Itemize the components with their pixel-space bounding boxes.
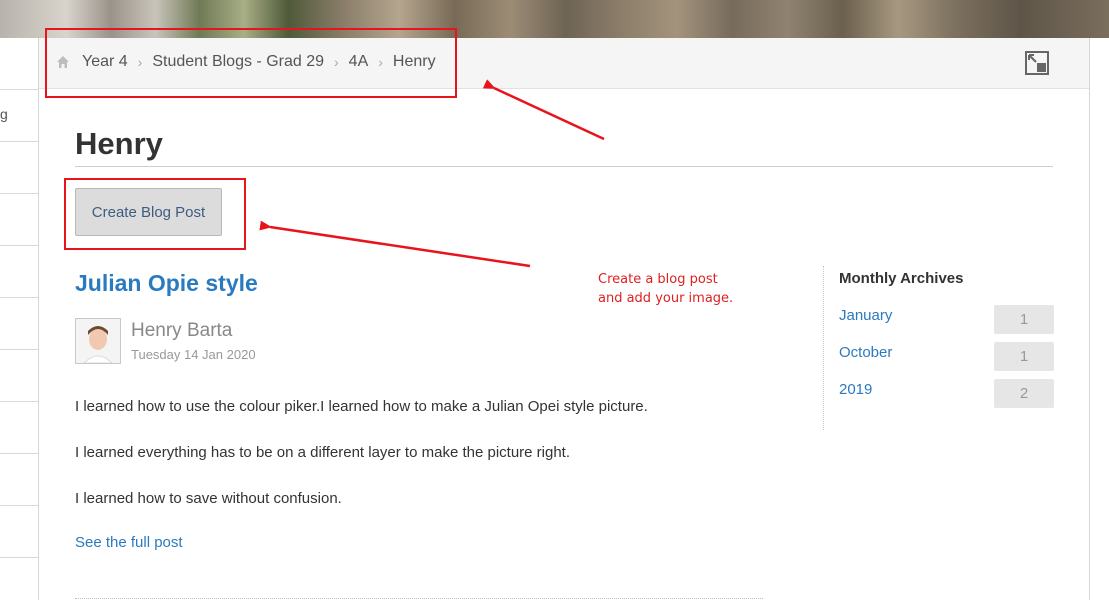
archive-count: 1 (994, 342, 1054, 371)
annotation-note: Create a blog post and add your image. (598, 272, 734, 306)
archive-count: 1 (994, 305, 1054, 334)
post-title-link[interactable]: Julian Opie style (75, 270, 258, 297)
post-date: Tuesday 14 Jan 2020 (131, 347, 256, 362)
archives-heading: Monthly Archives (839, 270, 964, 287)
nav-row-label: g (0, 106, 8, 122)
nav-row[interactable] (0, 402, 38, 454)
archive-item[interactable]: October 1 (839, 342, 1054, 372)
archive-link[interactable]: October (839, 344, 892, 361)
avatar[interactable] (75, 318, 121, 364)
chevron-right-icon: › (137, 54, 143, 70)
monthly-archives: Monthly Archives January 1 October 1 201… (823, 266, 1054, 430)
archive-count: 2 (994, 379, 1054, 408)
breadcrumb-bar: Year 4 › Student Blogs - Grad 29 › 4A › … (39, 38, 1089, 89)
nav-row[interactable] (0, 194, 38, 246)
nav-row[interactable] (0, 454, 38, 506)
nav-row[interactable] (0, 142, 38, 194)
page-title: Henry (75, 126, 1053, 167)
nav-row[interactable] (0, 246, 38, 298)
chevron-right-icon: › (334, 54, 339, 70)
post-paragraph: I learned everything has to be on a diff… (75, 444, 571, 461)
archive-link[interactable]: 2019 (839, 381, 872, 398)
post-author[interactable]: Henry Barta (131, 320, 232, 342)
chevron-right-icon: › (378, 54, 383, 70)
post-divider (75, 598, 763, 599)
breadcrumb-student-blogs[interactable]: Student Blogs - Grad 29 (152, 53, 324, 71)
expand-icon[interactable] (1025, 51, 1049, 75)
left-nav: g (0, 38, 39, 600)
breadcrumb-4a[interactable]: 4A (349, 53, 369, 71)
nav-row[interactable] (0, 298, 38, 350)
avatar-image (76, 319, 120, 364)
post-paragraph: I learned how to save without confusion. (75, 490, 342, 507)
create-blog-post-button[interactable]: Create Blog Post (75, 188, 222, 236)
main-content: Year 4 › Student Blogs - Grad 29 › 4A › … (39, 38, 1090, 600)
home-icon[interactable] (56, 55, 70, 69)
archive-item[interactable]: January 1 (839, 305, 1054, 335)
nav-row[interactable] (0, 506, 38, 558)
breadcrumb-current: Henry (392, 53, 436, 70)
see-full-post-link[interactable]: See the full post (75, 534, 183, 551)
archive-link[interactable]: January (839, 307, 892, 324)
nav-row[interactable] (0, 38, 38, 90)
post-paragraph: I learned how to use the colour piker.I … (75, 398, 648, 415)
archive-item[interactable]: 2019 2 (839, 379, 1054, 409)
breadcrumb-year4[interactable]: Year 4 (82, 53, 128, 71)
nav-row[interactable]: g (0, 90, 38, 142)
header-banner (0, 0, 1109, 38)
nav-row[interactable] (0, 350, 38, 402)
breadcrumb: Year 4 › Student Blogs - Grad 29 › 4A › … (56, 53, 436, 71)
